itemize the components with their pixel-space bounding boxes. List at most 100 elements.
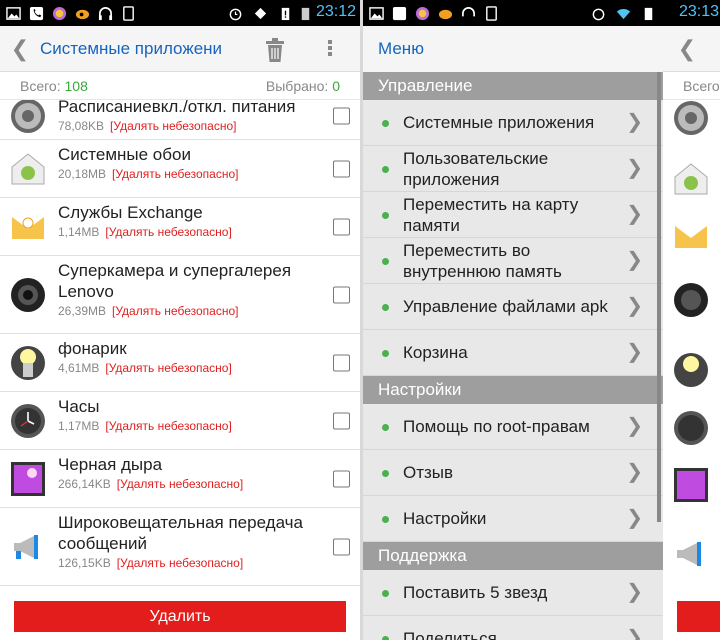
bullet-icon: [382, 423, 389, 431]
black-hole-wallpaper-icon: [11, 461, 45, 496]
back-button[interactable]: ❮: [663, 36, 711, 62]
camera-lens-icon: [674, 283, 708, 317]
menu-scrollbar[interactable]: [657, 72, 661, 522]
app-icon: [52, 6, 67, 20]
menu-item-user-apps[interactable]: Пользовательские приложения ❯: [363, 146, 663, 192]
section-header: Настройки: [363, 376, 663, 404]
menu-item-rate[interactable]: Поставить 5 звезд ❯: [363, 570, 663, 616]
app-meta: 20,18MB [Удалять небезопасно]: [58, 167, 239, 181]
select-checkbox[interactable]: [333, 107, 350, 124]
menu-title: Меню: [363, 26, 663, 72]
list-item[interactable]: Черная дыра 266,14KB [Удалять небезопасно…: [0, 450, 360, 508]
menu-item-move-to-sd[interactable]: Переместить на карту памяти ❯: [363, 192, 663, 238]
total-count: Всего: 108: [20, 77, 88, 94]
chevron-right-icon: ❯: [626, 110, 643, 133]
bullet-icon: [382, 589, 389, 597]
menu-item-share[interactable]: Поделиться ❯: [363, 616, 663, 640]
chevron-right-icon: ❯: [626, 340, 643, 363]
chevron-right-icon: ❯: [626, 580, 643, 603]
chevron-right-icon: ❯: [626, 460, 643, 483]
image-icon: [369, 6, 384, 20]
list-item[interactable]: фонарик 4,61MB [Удалять небезопасно]: [0, 334, 360, 392]
status-bar: 23:12: [0, 0, 360, 26]
delete-bar: Удалить: [0, 592, 360, 640]
back-button[interactable]: ❮: [0, 36, 40, 62]
delete-button[interactable]: Удалить: [14, 601, 346, 632]
status-time: 23:12: [315, 3, 356, 20]
menu-item-system-apps[interactable]: Системные приложения ❯: [363, 100, 663, 146]
headphones-icon: [98, 6, 113, 20]
device-icon: [123, 5, 134, 21]
select-checkbox[interactable]: [333, 470, 350, 487]
megaphone-icon: [677, 542, 701, 566]
list-item[interactable]: Службы Exchange 1,14MB [Удалять небезопас…: [0, 198, 360, 256]
menu-item-settings[interactable]: Настройки ❯: [363, 496, 663, 542]
bullet-icon: [382, 211, 389, 219]
chevron-right-icon: ❯: [626, 294, 643, 317]
page-title: Системные приложени: [40, 38, 223, 58]
app-meta: 78,08KB [Удалять небезопасно]: [58, 119, 237, 133]
app-meta: 1,14MB [Удалять небезопасно]: [58, 225, 232, 239]
list-item[interactable]: Расписаниевкл./откл. питания 78,08KB [Уда…: [0, 100, 360, 140]
menu-item-apk-manager[interactable]: Управление файлами apk ❯: [363, 284, 663, 330]
menu-item-recycle-bin[interactable]: Корзина ❯: [363, 330, 663, 376]
select-checkbox[interactable]: [333, 354, 350, 371]
app-name: Службы Exchange: [58, 203, 203, 222]
menu-item-feedback[interactable]: Отзыв ❯: [363, 450, 663, 496]
select-checkbox[interactable]: [333, 286, 350, 303]
chevron-right-icon: ❯: [626, 626, 643, 640]
app-name: Расписаниевкл./откл. питания: [58, 100, 296, 116]
clock-icon: [674, 411, 708, 445]
bullet-icon: [382, 469, 389, 477]
app-name: Черная дыра: [58, 455, 163, 474]
overflow-menu-icon[interactable]: [326, 38, 334, 60]
list-item[interactable]: Суперкамера и супергалерея Lenovo 26,39M…: [0, 256, 360, 334]
bullet-icon: [382, 635, 389, 640]
delete-button[interactable]: [677, 601, 720, 632]
app-meta: 266,14KB [Удалять небезопасно]: [58, 477, 244, 491]
partial-app-list-screen: 23:13 ❮ Всего: [663, 0, 720, 640]
device-icon: [486, 5, 497, 21]
app-icon: [415, 6, 430, 20]
chevron-right-icon: ❯: [626, 202, 643, 225]
chevron-right-icon: ❯: [626, 248, 643, 271]
trash-icon[interactable]: [262, 36, 288, 64]
app-name: фонарик: [58, 339, 127, 358]
list-item[interactable]: Системные обои 20,18MB [Удалять небезопас…: [0, 140, 360, 198]
list-item[interactable]: Широковещательная передача сообщений 126…: [0, 508, 360, 586]
app-meta: 4,61MB [Удалять небезопасно]: [58, 361, 232, 375]
app-list: Расписаниевкл./откл. питания 78,08KB [Уда…: [0, 100, 360, 592]
select-checkbox[interactable]: [333, 218, 350, 235]
phone-icon: [29, 6, 44, 20]
select-checkbox[interactable]: [333, 160, 350, 177]
phone-icon: [392, 6, 407, 20]
select-checkbox[interactable]: [333, 538, 350, 555]
bullet-icon: [382, 349, 389, 357]
count-bar: Всего: 108 Выбрано: 0: [0, 72, 360, 100]
app-meta: 1,17MB [Удалять небезопасно]: [58, 419, 232, 433]
flashlight-icon: [674, 353, 708, 387]
total-label: Всего: [683, 77, 720, 94]
battery-alert-icon: [644, 7, 653, 20]
battery-alert-icon: [281, 7, 290, 20]
section-header: Поддержка: [363, 542, 663, 570]
chevron-right-icon: ❯: [626, 506, 643, 529]
alarm-icon: [592, 8, 605, 20]
clock-icon: [11, 403, 45, 438]
list-item[interactable]: Часы 1,17MB [Удалять небезопасно]: [0, 392, 360, 450]
select-checkbox[interactable]: [333, 412, 350, 429]
wifi-icon: [616, 8, 631, 19]
mail-icon: [12, 216, 44, 239]
menu-item-root-help[interactable]: Помощь по root-правам ❯: [363, 404, 663, 450]
app-bar: ❮ Системные приложени: [0, 26, 360, 72]
app-list-screen: 23:12 ❮ Системные приложени Всего: 108 В…: [0, 0, 360, 640]
gear-icon: [11, 100, 45, 133]
camera-lens-icon: [11, 277, 45, 312]
battery-icon: [301, 7, 310, 20]
status-bar: 23:13: [663, 0, 720, 26]
app-bar: ❮: [663, 26, 720, 72]
megaphone-icon: [14, 534, 38, 559]
bullet-icon: [382, 119, 389, 127]
menu-item-move-to-internal[interactable]: Переместить во внутреннюю память ❯: [363, 238, 663, 284]
alarm-icon: [229, 8, 242, 20]
